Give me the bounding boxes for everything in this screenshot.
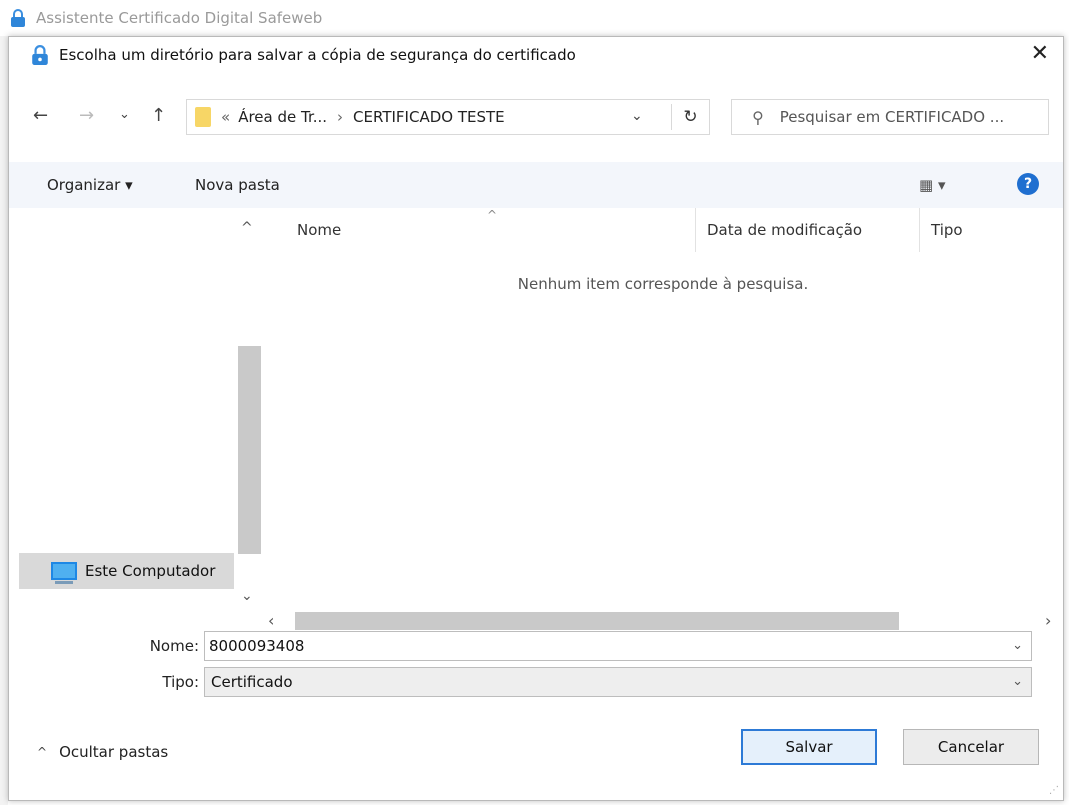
chevron-down-icon[interactable]: ⌄	[1012, 674, 1023, 689]
parent-window-titlebar: Assistente Certificado Digital Safeweb	[0, 0, 1069, 36]
hide-folders-label: Ocultar pastas	[59, 743, 169, 761]
breadcrumb-segment-certificado-teste[interactable]: CERTIFICADO TESTE	[353, 108, 505, 126]
parent-window-title: Assistente Certificado Digital Safeweb	[36, 9, 323, 27]
back-arrow-icon[interactable]: ←	[33, 105, 48, 126]
column-divider[interactable]	[695, 208, 696, 252]
nav-item-label: Este Computador	[85, 562, 216, 580]
column-divider[interactable]	[919, 208, 920, 252]
new-folder-button[interactable]: Nova pasta	[195, 176, 280, 194]
organize-menu-button[interactable]: Organizar ▾	[47, 176, 133, 194]
computer-icon	[51, 562, 77, 584]
search-input[interactable]	[779, 108, 1040, 126]
resize-grip-icon[interactable]: ⋰	[1049, 785, 1059, 796]
column-header-tipo[interactable]: Tipo	[931, 221, 963, 239]
parent-window-background	[0, 36, 8, 805]
sort-indicator-icon: ^	[487, 208, 498, 222]
command-bar: Organizar ▾ Nova pasta ▦ ▾ ?	[9, 162, 1063, 208]
name-label: Nome:	[149, 637, 199, 655]
horizontal-scrollbar-thumb[interactable]	[295, 612, 899, 630]
filename-field[interactable]: ⌄	[204, 631, 1032, 661]
breadcrumb-separator[interactable]: ›	[337, 108, 343, 126]
up-arrow-icon[interactable]: ↑	[151, 105, 166, 126]
chevron-down-icon[interactable]: ⌄	[631, 108, 643, 124]
horizontal-scrollbar[interactable]: ‹ ›	[261, 609, 1065, 633]
breadcrumb-overflow[interactable]: «	[221, 108, 230, 126]
help-icon[interactable]: ?	[1017, 173, 1039, 195]
search-box[interactable]: ⚲	[731, 99, 1049, 135]
scroll-down-icon[interactable]: ⌄	[241, 588, 253, 604]
refresh-icon[interactable]: ↻	[671, 104, 709, 130]
scroll-right-icon[interactable]: ›	[1045, 611, 1051, 630]
view-options-icon[interactable]: ▦ ▾	[919, 176, 945, 194]
scroll-up-icon[interactable]: ^	[241, 220, 253, 236]
forward-arrow-icon[interactable]: →	[79, 105, 94, 126]
chevron-up-icon: ^	[37, 745, 48, 759]
file-type-select[interactable]: Certificado ⌄	[204, 667, 1032, 697]
empty-list-message: Nenhum item corresponde à pesquisa.	[517, 275, 809, 293]
file-type-value: Certificado	[211, 673, 293, 691]
nav-item-este-computador[interactable]: Este Computador	[19, 553, 234, 589]
address-bar[interactable]: « Área de Tr... › CERTIFICADO TESTE ⌄ ↻	[186, 99, 710, 135]
dialog-title: Escolha um diretório para salvar a cópia…	[59, 46, 576, 64]
close-icon[interactable]: ✕	[1031, 43, 1049, 65]
save-dialog: Escolha um diretório para salvar a cópia…	[8, 36, 1064, 801]
vertical-scrollbar-thumb[interactable]	[238, 346, 261, 554]
lock-icon	[31, 45, 49, 65]
column-header-nome[interactable]: Nome	[297, 221, 341, 239]
folder-icon	[195, 107, 211, 127]
search-icon: ⚲	[752, 107, 764, 127]
filename-input[interactable]	[209, 637, 989, 655]
dialog-titlebar: Escolha um diretório para salvar a cópia…	[9, 37, 1063, 73]
column-header-data[interactable]: Data de modificação	[707, 221, 862, 239]
recent-locations-icon[interactable]: ⌄	[119, 107, 130, 122]
file-list: ^ Nome Data de modificação Tipo Nenhum i…	[261, 208, 1065, 642]
navigation-pane: ^ ⌄ Este Computador	[9, 208, 261, 642]
hide-folders-button[interactable]: ^ Ocultar pastas	[37, 743, 168, 761]
cancel-button[interactable]: Cancelar	[903, 729, 1039, 765]
chevron-down-icon[interactable]: ⌄	[1012, 638, 1023, 653]
type-label: Tipo:	[162, 673, 199, 691]
navigation-bar: ← → ⌄ ↑ « Área de Tr... › CERTIFICADO TE…	[9, 95, 1063, 139]
save-button[interactable]: Salvar	[741, 729, 877, 765]
lock-icon	[10, 9, 26, 27]
scroll-left-icon[interactable]: ‹	[268, 611, 274, 630]
breadcrumb-segment-desktop[interactable]: Área de Tr...	[238, 108, 327, 126]
